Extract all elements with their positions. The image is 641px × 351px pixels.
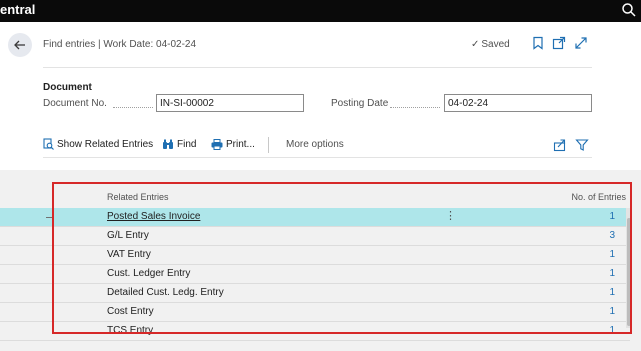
document-no-label: Document No. [43,98,107,109]
print-icon [211,138,223,150]
find-icon [163,139,173,149]
print-label: Print... [226,139,255,150]
header-divider [43,67,592,68]
show-related-entries-button[interactable]: Show Related Entries [43,136,153,154]
filter-icon[interactable] [575,138,589,152]
find-label: Find [177,139,197,150]
check-icon: ✓ [471,39,480,50]
action-bar-divider [43,157,592,158]
page-title: Find entries | Work Date: 04-02-24 [43,39,197,50]
action-separator [268,137,269,153]
open-new-window-icon[interactable] [552,36,566,50]
document-no-field[interactable]: IN-SI-00002 [156,94,304,112]
posting-date-field[interactable]: 04-02-24 [444,94,592,112]
top-bar [0,0,641,22]
back-arrow-icon [14,40,25,50]
posting-date-label: Posting Date [331,98,389,109]
find-button[interactable]: Find [162,136,196,154]
app-title: entral [0,2,36,17]
show-related-icon [43,138,54,151]
share-icon[interactable] [553,138,567,152]
saved-label: Saved [481,39,510,50]
saved-status: ✓ Saved [471,39,510,50]
highlight-annotation [52,182,632,334]
print-button[interactable]: Print... [211,136,255,154]
show-related-label: Show Related Entries [57,139,154,150]
search-icon[interactable] [621,2,637,18]
expand-icon[interactable] [574,36,588,50]
back-button[interactable] [8,33,32,57]
field-leader [113,107,153,108]
field-leader [390,107,440,108]
bookmark-icon[interactable] [531,36,545,50]
more-options-button[interactable]: More options [286,136,344,154]
section-title: Document [43,82,92,93]
